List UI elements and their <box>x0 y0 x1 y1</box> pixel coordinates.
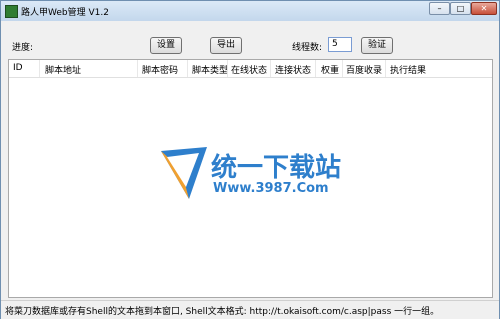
maximize-button[interactable]: □ <box>450 2 471 15</box>
list-header: ID 脚本地址 脚本密码 脚本类型 在线状态 连接状态 权重 百度收录 执行结果 <box>9 60 492 78</box>
watermark-logo: 统一下载站 Www.3987.Com <box>159 145 359 205</box>
status-bar: 将菜刀数据库或存有Shell的文本拖到本窗口, Shell文本格式: http:… <box>1 300 499 319</box>
progress-label: 进度: <box>12 43 34 53</box>
watermark-arrow-icon <box>161 147 207 199</box>
column-script-type[interactable]: 脚本类型 <box>192 63 228 76</box>
column-separator[interactable] <box>137 60 138 77</box>
column-separator[interactable] <box>270 60 271 77</box>
threads-input[interactable]: 5 <box>328 37 352 52</box>
column-online-status[interactable]: 在线状态 <box>231 63 267 76</box>
settings-button[interactable]: 设置 <box>150 37 182 54</box>
column-baidu-index[interactable]: 百度收录 <box>346 63 382 76</box>
column-separator[interactable] <box>315 60 316 77</box>
script-list[interactable]: ID 脚本地址 脚本密码 脚本类型 在线状态 连接状态 权重 百度收录 执行结果 <box>8 59 493 298</box>
minimize-button[interactable]: – <box>429 2 450 15</box>
window-title: 路人甲Web管理 V1.2 <box>21 8 109 18</box>
column-separator[interactable] <box>187 60 188 77</box>
column-weight[interactable]: 权重 <box>321 63 339 76</box>
column-separator[interactable] <box>385 60 386 77</box>
verify-button[interactable]: 验证 <box>361 37 393 54</box>
title-bar[interactable]: 路人甲Web管理 V1.2 – □ ✕ <box>1 1 499 21</box>
main-window: 路人甲Web管理 V1.2 – □ ✕ 进度: 设置 导出 线程数: 5 验证 … <box>0 0 500 319</box>
column-separator[interactable] <box>342 60 343 77</box>
app-icon <box>5 5 18 18</box>
column-separator[interactable] <box>227 60 228 77</box>
watermark-url: Www.3987.Com <box>213 181 329 196</box>
column-script-url[interactable]: 脚本地址 <box>45 63 81 76</box>
export-button[interactable]: 导出 <box>210 37 242 54</box>
column-connection-status[interactable]: 连接状态 <box>275 63 311 76</box>
close-button[interactable]: ✕ <box>471 2 497 15</box>
status-text: 将菜刀数据库或存有Shell的文本拖到本窗口, Shell文本格式: http:… <box>5 307 440 317</box>
watermark-title: 统一下载站 <box>211 153 342 183</box>
column-separator[interactable] <box>39 60 40 77</box>
column-script-password[interactable]: 脚本密码 <box>142 63 178 76</box>
column-result[interactable]: 执行结果 <box>390 63 426 76</box>
threads-label: 线程数: <box>292 43 323 53</box>
column-id[interactable]: ID <box>13 63 23 73</box>
